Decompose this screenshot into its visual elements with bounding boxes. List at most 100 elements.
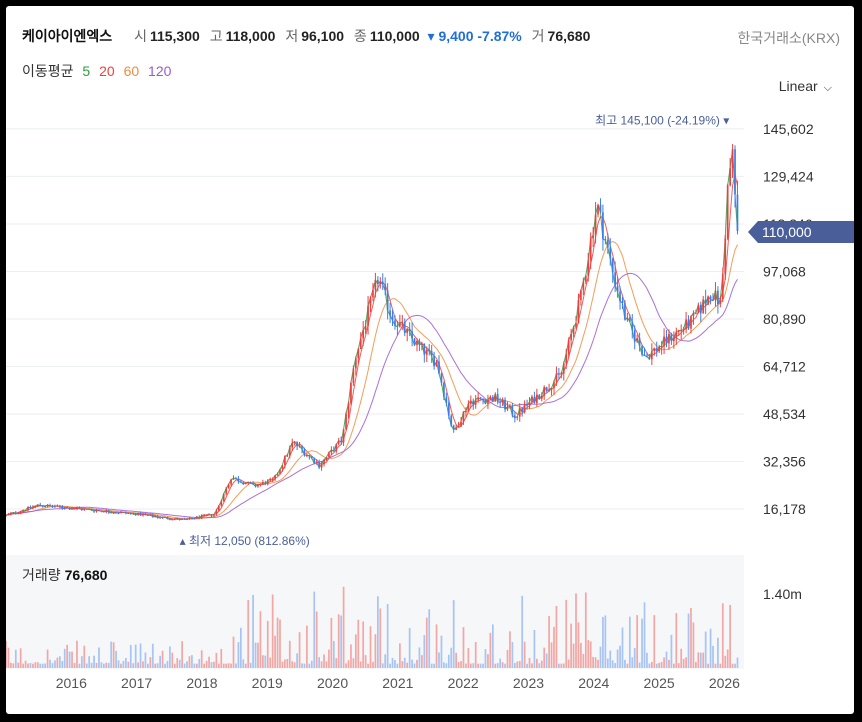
candle bbox=[560, 373, 563, 375]
candle bbox=[68, 507, 71, 510]
candle bbox=[318, 462, 320, 468]
volume-bar bbox=[220, 648, 223, 668]
volume-bar bbox=[565, 599, 568, 668]
volume-bar bbox=[303, 663, 306, 668]
candle bbox=[565, 353, 568, 364]
volume-bar bbox=[32, 663, 34, 668]
price-chart[interactable]: 145,602129,424113,24697,06880,89064,7124… bbox=[6, 6, 854, 714]
candle bbox=[487, 399, 489, 404]
candle bbox=[433, 355, 435, 366]
volume-bar bbox=[76, 640, 78, 668]
volume-bar bbox=[362, 621, 365, 668]
volume-bar bbox=[501, 662, 504, 668]
candle bbox=[516, 416, 519, 418]
candle bbox=[350, 382, 352, 404]
candle bbox=[120, 512, 122, 514]
candle bbox=[521, 407, 524, 413]
volume-bar bbox=[80, 656, 83, 668]
candle bbox=[496, 394, 499, 402]
volume-bar bbox=[673, 663, 675, 668]
candle bbox=[379, 281, 382, 284]
candle bbox=[614, 272, 617, 286]
chart-frame: 케이아이엔엑스 시 115,300 고 118,000 저 96,100 종 110,0… bbox=[6, 6, 854, 714]
volume-bar bbox=[580, 642, 582, 668]
candle bbox=[242, 482, 245, 485]
candle bbox=[401, 322, 404, 324]
volume-bar bbox=[159, 655, 161, 668]
y-tick-label: 48,534 bbox=[763, 406, 806, 422]
candle bbox=[71, 508, 73, 510]
candle bbox=[450, 415, 453, 426]
volume-bar bbox=[332, 640, 335, 668]
candle bbox=[264, 482, 267, 485]
candle bbox=[200, 515, 203, 519]
candle bbox=[567, 340, 570, 354]
volume-bar bbox=[438, 652, 440, 668]
candle bbox=[396, 325, 399, 327]
volume-bar bbox=[34, 662, 37, 668]
candle bbox=[499, 401, 502, 403]
candle bbox=[188, 518, 191, 520]
candle bbox=[721, 274, 724, 300]
volume-bar bbox=[457, 662, 460, 668]
volume-bar bbox=[572, 643, 575, 668]
candle bbox=[704, 299, 707, 305]
candle bbox=[181, 518, 184, 520]
volume-bar bbox=[504, 663, 506, 668]
candle bbox=[695, 312, 697, 314]
volume-bar bbox=[318, 657, 320, 668]
candle bbox=[418, 340, 421, 345]
volume-bar bbox=[599, 646, 602, 668]
volume-bar bbox=[604, 615, 607, 668]
candle bbox=[474, 399, 477, 405]
candle bbox=[193, 518, 196, 520]
candle bbox=[58, 505, 61, 507]
volume-bar bbox=[325, 661, 328, 668]
volume-bar bbox=[147, 663, 149, 668]
volume-bar bbox=[452, 600, 455, 668]
volume-bar bbox=[443, 662, 445, 668]
candle bbox=[176, 518, 179, 520]
volume-bar bbox=[215, 652, 218, 668]
candle bbox=[12, 512, 15, 514]
volume-bar bbox=[301, 663, 303, 668]
candle bbox=[668, 333, 670, 344]
candle bbox=[452, 425, 455, 430]
volume-bar bbox=[176, 658, 179, 668]
candle bbox=[543, 387, 546, 396]
volume-bar bbox=[577, 622, 580, 668]
volume-bar bbox=[477, 663, 480, 668]
candle bbox=[494, 394, 497, 402]
candle bbox=[325, 457, 328, 460]
volume-bar bbox=[587, 640, 590, 668]
candle bbox=[389, 310, 391, 316]
volume-bar bbox=[139, 643, 142, 668]
volume-bar bbox=[619, 645, 621, 668]
volume-bar bbox=[61, 660, 64, 668]
y-tick-label: 64,712 bbox=[763, 358, 806, 374]
volume-bar bbox=[232, 636, 235, 668]
volume-bar bbox=[455, 652, 457, 668]
candle bbox=[320, 464, 323, 468]
volume-bar bbox=[90, 662, 93, 668]
volume-bar bbox=[323, 654, 325, 668]
candle bbox=[592, 235, 594, 239]
volume-bar bbox=[726, 649, 729, 668]
volume-bar bbox=[44, 663, 47, 668]
volume-bar bbox=[286, 658, 289, 668]
volume-bar bbox=[646, 652, 648, 668]
volume-bar bbox=[465, 663, 467, 668]
current-price-tag: 110,000 bbox=[748, 221, 854, 243]
volume-bar bbox=[217, 663, 220, 668]
volume-bar bbox=[58, 656, 61, 668]
volume-bar bbox=[381, 663, 384, 668]
y-tick-label: 129,424 bbox=[763, 168, 814, 184]
y-tick-label: 16,178 bbox=[763, 501, 806, 517]
volume-bar bbox=[482, 663, 484, 668]
candle bbox=[100, 510, 103, 512]
candle bbox=[406, 329, 409, 333]
candle bbox=[107, 510, 110, 513]
volume-bar bbox=[288, 640, 291, 668]
candle bbox=[606, 240, 609, 248]
volume-bar bbox=[66, 644, 69, 668]
